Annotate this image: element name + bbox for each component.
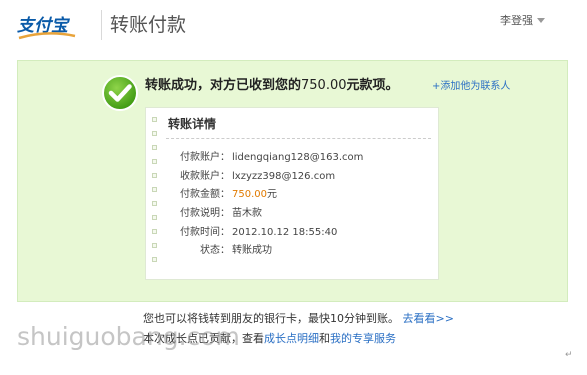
growth-detail-link[interactable]: 成长点明细: [264, 332, 319, 345]
detail-divider: [166, 138, 431, 139]
detail-title: 转账详情: [168, 117, 217, 131]
detail-row-status: 状态： 转账成功: [146, 243, 436, 259]
growth-and-text: 和: [319, 332, 330, 345]
detail-value: lxzyzz398@126.com: [232, 171, 336, 182]
transfer-detail-card: 转账详情 付款账户： lidengqiang128@163.com 收款账户： …: [145, 107, 439, 280]
detail-row-time: 付款时间： 2012.10.12 18:55:40: [146, 225, 436, 241]
alipay-logo[interactable]: 支付宝: [17, 12, 97, 40]
detail-value: 转账成功: [232, 245, 272, 256]
bank-card-tip: 您也可以将钱转到朋友的银行卡，最快10分钟到账。 去看看>>: [143, 312, 454, 326]
success-message: 转账成功，对方已收到您的750.00元款项。: [145, 77, 399, 95]
corner-mark: ↵: [565, 350, 573, 360]
growth-tip-text: 本次成长点已贡献，查看: [143, 332, 264, 345]
user-menu-name[interactable]: 李登强: [500, 14, 533, 28]
logo-swoosh-icon: [18, 32, 76, 40]
detail-label: 付款金额：: [180, 189, 230, 200]
detail-value: 750.00元: [232, 187, 277, 203]
detail-row-amount: 付款金额： 750.00元: [146, 187, 436, 203]
growth-points-tip: 本次成长点已贡献，查看成长点明细和我的专享服务: [143, 332, 396, 346]
exclusive-service-link[interactable]: 我的专享服务: [330, 332, 396, 345]
detail-value: lidengqiang128@163.com: [232, 152, 364, 163]
detail-row-payee: 收款账户： lxzyzz398@126.com: [146, 169, 436, 185]
header-divider: [101, 10, 102, 40]
amount-unit: 元: [267, 189, 277, 200]
amount-value: 750.00: [232, 189, 267, 200]
detail-label: 付款说明：: [180, 208, 230, 219]
detail-row-payer: 付款账户： lidengqiang128@163.com: [146, 150, 436, 166]
add-contact-link[interactable]: +添加他为联系人: [432, 80, 510, 94]
go-see-link[interactable]: 去看看>>: [403, 312, 454, 325]
detail-value: 2012.10.12 18:55:40: [232, 227, 338, 238]
detail-row-memo: 付款说明： 苗木款: [146, 206, 436, 222]
success-amount: 750.00: [301, 78, 347, 93]
chevron-down-icon[interactable]: [537, 18, 545, 23]
header: 支付宝 转账付款 李登强: [0, 0, 587, 52]
detail-label: 收款账户：: [180, 171, 230, 182]
page-title: 转账付款: [110, 14, 187, 36]
detail-label: 状态：: [200, 245, 230, 256]
bank-card-tip-text: 您也可以将钱转到朋友的银行卡，最快10分钟到账。: [143, 312, 399, 325]
detail-value: 苗木款: [232, 208, 262, 219]
success-message-prefix: 转账成功，对方已收到您的: [145, 78, 302, 93]
success-message-suffix: 元款项。: [346, 78, 399, 93]
detail-label: 付款时间：: [180, 227, 230, 238]
detail-label: 付款账户：: [180, 152, 230, 163]
check-circle-icon: [102, 75, 138, 111]
